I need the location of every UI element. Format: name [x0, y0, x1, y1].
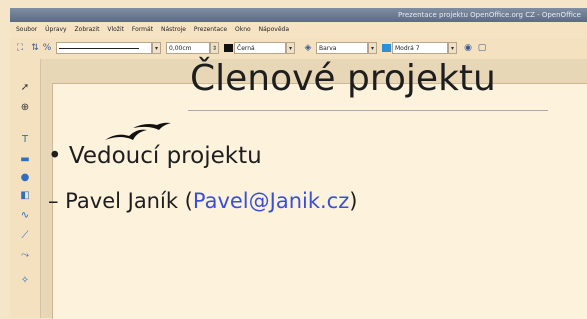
email-link[interactable]: Pavel@Janik.cz	[193, 189, 349, 213]
title-underline	[188, 110, 548, 111]
line-style-preview	[59, 48, 139, 49]
black-swatch-icon	[224, 44, 233, 52]
blue-swatch-icon	[382, 44, 391, 52]
bullet-item[interactable]: • Vedoucí projektu	[48, 143, 262, 169]
percent-icon[interactable]: %	[42, 42, 52, 55]
zoom-icon[interactable]: ⊕	[18, 101, 32, 115]
ellipse-icon[interactable]: ●	[18, 171, 32, 185]
rectangle-icon[interactable]: ▬	[18, 153, 32, 167]
menu-okno[interactable]: Okno	[235, 26, 251, 33]
shadow-icon[interactable]: ◉	[462, 42, 474, 55]
menu-bar: Soubor Úpravy Zobrazit Vložit Formát Nás…	[10, 22, 587, 39]
paint-bucket-icon[interactable]: ◈	[302, 42, 314, 55]
formatting-toolbar: ⛶ ⇅ % ▾ 0,00cm ⇕ Černá ▾ ◈ Barva ▾ Modrá…	[10, 38, 587, 60]
frame-icon[interactable]: ▢	[476, 42, 488, 55]
line-color-select[interactable]: Černá	[234, 42, 286, 54]
sub-bullet-prefix: – Pavel Janík (	[48, 189, 193, 213]
menu-nastroje[interactable]: Nástroje	[161, 26, 186, 33]
chevron-down-icon[interactable]: ▾	[152, 42, 161, 54]
bullet-text: Vedoucí projektu	[68, 143, 262, 169]
menu-format[interactable]: Formát	[132, 26, 153, 33]
effects-icon[interactable]: ✧	[18, 274, 32, 288]
area-style-select[interactable]: Barva	[316, 42, 368, 54]
drawing-toolbar: ➚ ⊕ T ▬ ● ◧ ∿ ⟋ ⤳ ✧	[10, 59, 41, 318]
3d-object-icon[interactable]: ◧	[18, 189, 32, 203]
text-icon[interactable]: T	[18, 133, 32, 147]
slide-title[interactable]: Členové projektu	[190, 58, 496, 99]
chevron-down-icon[interactable]: ▾	[448, 42, 457, 54]
sub-bullet-suffix: )	[349, 189, 358, 213]
curve-icon[interactable]: ∿	[18, 209, 32, 223]
menu-soubor[interactable]: Soubor	[16, 26, 37, 33]
title-bar: Prezentace projektu OpenOffice.org CZ - …	[10, 8, 587, 22]
menu-upravy[interactable]: Úpravy	[45, 26, 66, 33]
line-width-field[interactable]: 0,00cm	[166, 42, 210, 54]
line-style-select[interactable]	[56, 42, 152, 54]
menu-vlozit[interactable]: Vložit	[107, 26, 124, 33]
application-window: Prezentace projektu OpenOffice.org CZ - …	[0, 0, 587, 319]
select-arrow-icon[interactable]: ➚	[18, 81, 32, 95]
sub-bullet-item[interactable]: – Pavel Janík (Pavel@Janik.cz)	[48, 189, 357, 213]
chevron-down-icon[interactable]: ▾	[286, 42, 295, 54]
line-style-icon[interactable]: ⛶	[14, 42, 26, 55]
menu-prezentace[interactable]: Prezentace	[194, 26, 227, 33]
area-color-select[interactable]: Modrá 7	[392, 42, 448, 54]
window-title: Prezentace projektu OpenOffice.org CZ - …	[398, 11, 581, 19]
chevron-down-icon[interactable]: ▾	[368, 42, 377, 54]
connector-icon[interactable]: ⤳	[18, 249, 32, 263]
spinner-icon[interactable]: ⇕	[210, 42, 219, 54]
bullet-dot: •	[48, 143, 69, 169]
menu-zobrazit[interactable]: Zobrazit	[75, 26, 100, 33]
menu-napoveda[interactable]: Nápověda	[259, 26, 289, 33]
arrow-style-icon[interactable]: ⇅	[30, 42, 40, 55]
line-icon[interactable]: ⟋	[18, 229, 32, 243]
